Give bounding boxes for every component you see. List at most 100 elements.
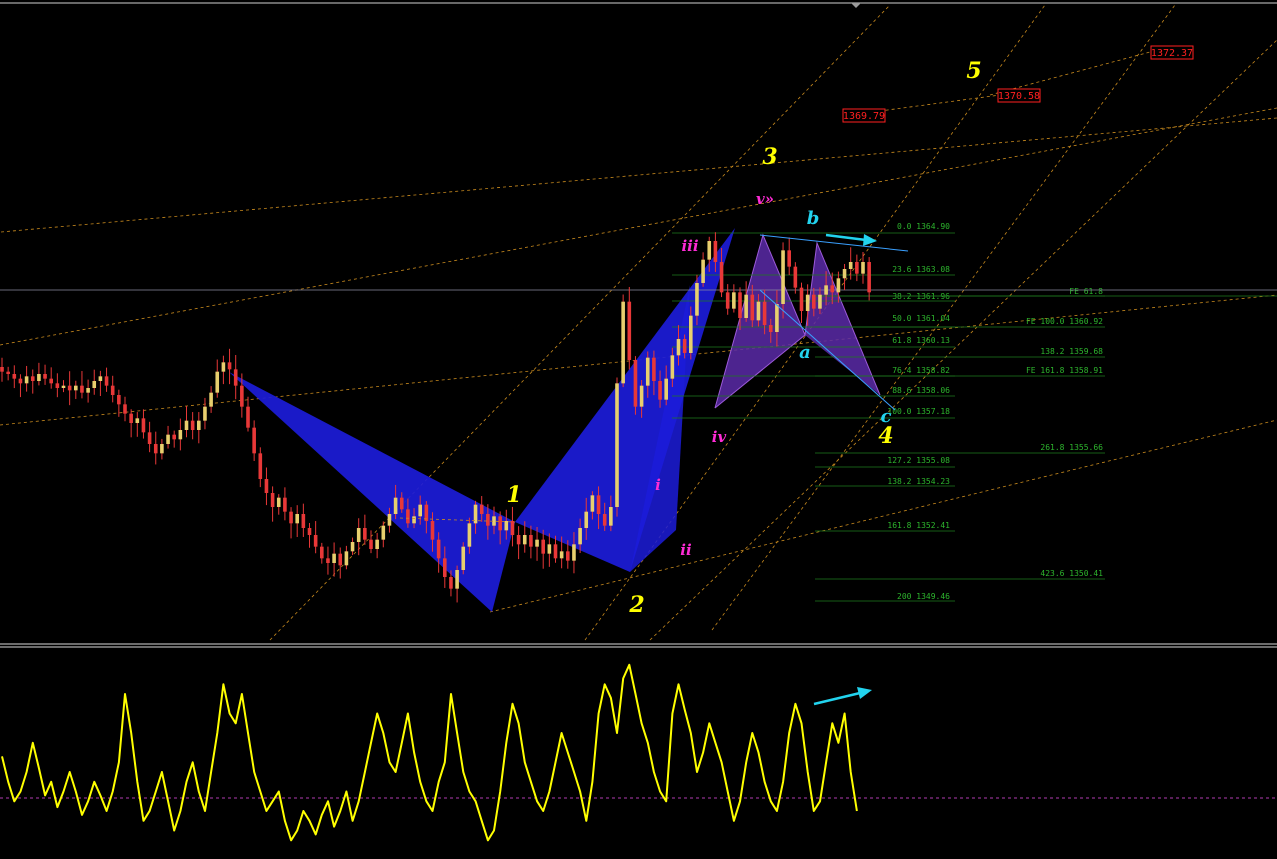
- candle-body: [0, 367, 4, 372]
- candle-body: [824, 285, 828, 295]
- candle-body: [141, 418, 146, 433]
- candle-body: [664, 378, 668, 400]
- candle-body: [559, 551, 564, 559]
- candle-body: [848, 262, 853, 269]
- price-tag-label: 1370.58: [998, 91, 1040, 102]
- wave-label-minor: ii: [680, 541, 692, 559]
- candle-body: [455, 570, 459, 589]
- candle-body: [246, 406, 250, 428]
- candle-body: [449, 577, 453, 589]
- candle-body: [529, 535, 533, 547]
- candle-body: [627, 301, 632, 360]
- candle-body: [12, 374, 17, 379]
- candle-body: [55, 383, 60, 388]
- candle-body: [695, 283, 699, 316]
- candle-body: [203, 406, 207, 421]
- candle-body: [43, 374, 47, 379]
- candle-body: [812, 294, 816, 309]
- candle-body: [135, 418, 140, 423]
- wave-label-corrective: b: [807, 208, 820, 229]
- candle-body: [584, 511, 589, 528]
- candle-body: [67, 385, 72, 391]
- candle-body: [18, 378, 23, 384]
- candle-body: [387, 514, 392, 526]
- candle-body: [756, 301, 761, 321]
- candle-body: [215, 371, 220, 393]
- candle-body: [713, 241, 718, 262]
- candle-body: [412, 516, 416, 524]
- candle-body: [787, 250, 791, 267]
- candle-body: [553, 544, 558, 559]
- candle-body: [799, 287, 804, 311]
- candle-body: [110, 385, 115, 395]
- candle-body: [781, 250, 785, 304]
- candle-body: [153, 444, 158, 454]
- fib-retracement-label: 23.6 1363.08: [892, 265, 950, 274]
- candle-body: [719, 262, 724, 293]
- candle-body: [301, 514, 306, 528]
- wave-label-major: 3: [762, 144, 777, 170]
- candle-body: [184, 420, 189, 430]
- candle-body: [768, 325, 773, 332]
- candle-body: [461, 546, 466, 570]
- candle-body: [738, 292, 742, 318]
- candle-body: [326, 558, 330, 563]
- candle-body: [363, 528, 367, 540]
- candle-body: [535, 539, 539, 547]
- candle-body: [436, 539, 441, 559]
- candle-body: [572, 544, 576, 561]
- wave-label-corrective: c: [881, 406, 892, 427]
- candle-body: [645, 357, 650, 386]
- candle-body: [252, 427, 256, 454]
- candle-body: [479, 504, 484, 514]
- candle-body: [406, 509, 410, 524]
- candle-body: [295, 514, 299, 524]
- candle-body: [639, 385, 644, 407]
- fib-retracement-label: 61.8 1360.13: [892, 336, 950, 345]
- fib-retracement-label: 0.0 1364.90: [897, 222, 950, 231]
- candle-body: [369, 539, 373, 549]
- candle-body: [30, 376, 35, 381]
- fib-retracement-label: 138.2 1354.23: [887, 477, 950, 486]
- candle-body: [775, 304, 779, 332]
- candle-body: [393, 497, 398, 514]
- candle-body: [658, 381, 662, 400]
- candle-body: [750, 294, 755, 321]
- candle-body: [842, 269, 847, 279]
- candle-body: [307, 528, 312, 535]
- candle-body: [805, 294, 810, 311]
- fib-retracement-label: 88.6 1358.06: [892, 386, 950, 395]
- candle-body: [283, 497, 287, 512]
- candle-body: [270, 493, 275, 507]
- candle-body: [830, 285, 835, 293]
- candle-body: [633, 360, 638, 407]
- candle-body: [670, 355, 675, 379]
- wave-label-major: 5: [966, 58, 981, 84]
- candle-body: [504, 521, 509, 531]
- fib-expansion-label: FE 161.8 1358.91: [1026, 366, 1103, 375]
- wave-label-minor: iii: [681, 237, 698, 255]
- fib-retracement-label: 161.8 1352.41: [887, 521, 950, 530]
- candle-body: [221, 362, 226, 372]
- candle-body: [744, 294, 748, 318]
- candle-body: [682, 339, 687, 353]
- wave-label-minor: v»: [756, 190, 774, 208]
- candle-body: [92, 381, 97, 388]
- candle-body: [861, 262, 865, 274]
- fib-expansion-label: 423.6 1350.41: [1040, 569, 1103, 578]
- candle-body: [289, 511, 293, 524]
- candle-body: [209, 392, 213, 407]
- candle-body: [104, 376, 109, 386]
- candle-body: [566, 551, 570, 561]
- candle-body: [443, 558, 447, 577]
- candle-body: [615, 383, 619, 507]
- candle-body: [117, 395, 121, 405]
- candle-body: [24, 376, 29, 384]
- candle-body: [49, 378, 53, 384]
- candle-body: [547, 544, 552, 554]
- candle-body: [264, 479, 269, 493]
- candle-body: [609, 507, 613, 526]
- candle-body: [732, 292, 736, 309]
- candle-body: [320, 546, 324, 559]
- candle-body: [621, 301, 625, 384]
